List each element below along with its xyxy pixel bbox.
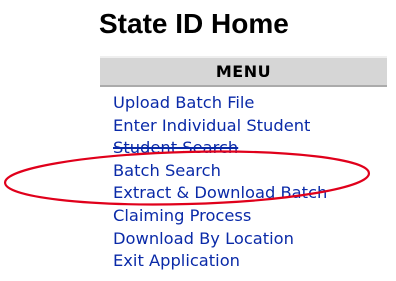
menu-item-extract-download-batch: Extract & Download Batch <box>113 182 327 205</box>
menu-item-upload-batch-file: Upload Batch File <box>113 92 327 115</box>
menu-item-student-search: Student Search <box>113 137 327 160</box>
menu-item-batch-search: Batch Search <box>113 160 327 183</box>
menu-item-download-by-location: Download By Location <box>113 228 327 251</box>
menu-item-claiming-process: Claiming Process <box>113 205 327 228</box>
extract-download-batch-link[interactable]: Extract & Download Batch <box>113 183 327 202</box>
download-by-location-link[interactable]: Download By Location <box>113 229 294 248</box>
page-title: State ID Home <box>99 8 289 39</box>
batch-search-link[interactable]: Batch Search <box>113 161 221 180</box>
menu-item-enter-individual-student: Enter Individual Student <box>113 115 327 138</box>
student-search-link[interactable]: Student Search <box>113 138 238 157</box>
menu-list: Upload Batch File Enter Individual Stude… <box>113 92 327 273</box>
enter-individual-student-link[interactable]: Enter Individual Student <box>113 116 310 135</box>
claiming-process-link[interactable]: Claiming Process <box>113 206 251 225</box>
upload-batch-file-link[interactable]: Upload Batch File <box>113 93 254 112</box>
menu-item-exit-application: Exit Application <box>113 250 327 273</box>
exit-application-link[interactable]: Exit Application <box>113 251 240 270</box>
menu-header: MENU <box>100 56 387 87</box>
